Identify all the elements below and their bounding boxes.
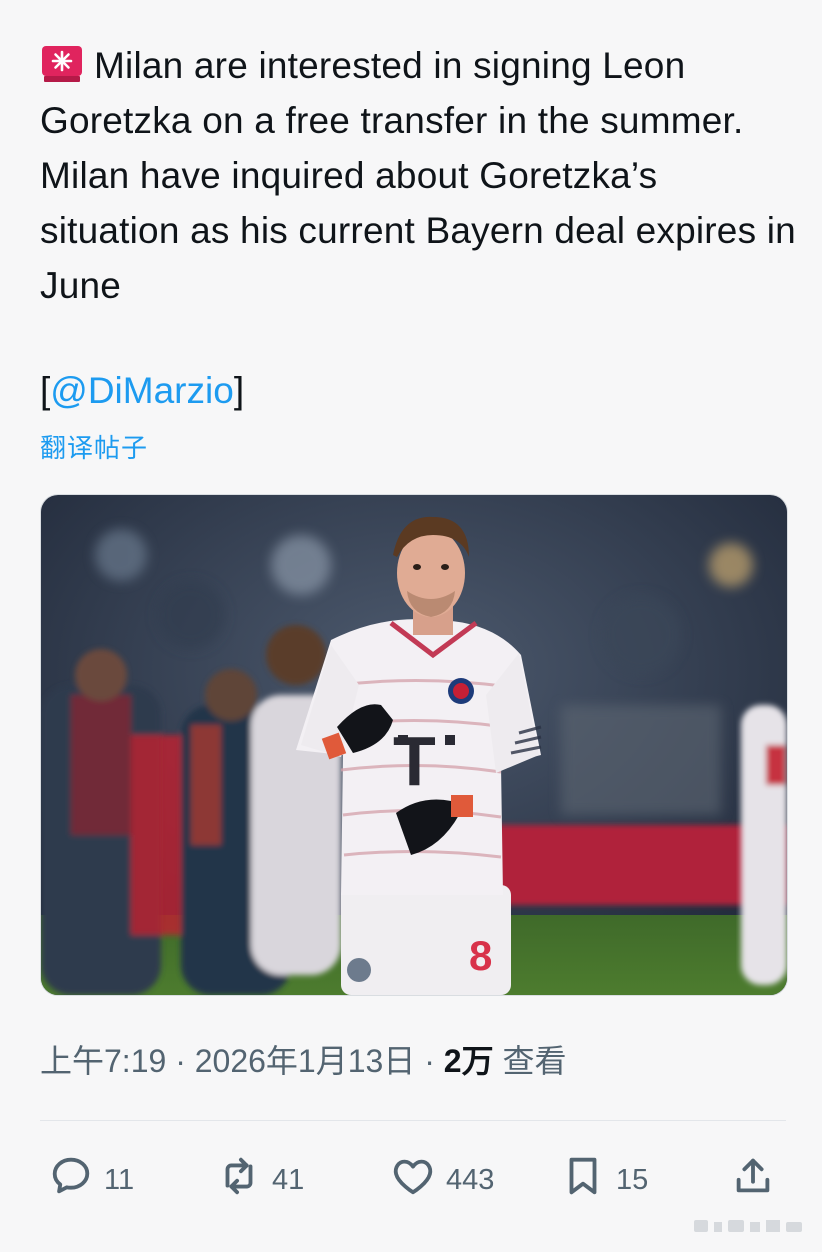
mention-open-bracket: [ <box>40 370 51 411</box>
tweet-text: Milan are interested in signing Leon Gor… <box>40 45 807 306</box>
bookmark-icon <box>560 1153 616 1207</box>
translate-post-link[interactable]: 翻译帖子 <box>40 428 148 465</box>
tweet-time[interactable]: 上午7:19 <box>40 1043 166 1079</box>
retweet-button[interactable]: 41 <box>216 1150 304 1210</box>
like-button[interactable]: 443 <box>390 1150 494 1210</box>
tweet-text-block: Milan are interested in signing Leon Gor… <box>40 38 800 313</box>
like-count: 443 <box>446 1163 495 1196</box>
reply-icon <box>48 1153 104 1207</box>
siren-icon <box>40 44 84 84</box>
jersey-sponsor: T <box>393 722 436 800</box>
meta-separator: · <box>415 1043 444 1079</box>
bookmark-count: 15 <box>616 1163 649 1196</box>
mention-link[interactable]: @DiMarzio <box>50 370 234 411</box>
tweet-meta: 上午7:19 · 2026年1月13日 · 2万 查看 <box>40 1036 566 1082</box>
like-icon <box>390 1153 446 1207</box>
retweet-count: 41 <box>272 1163 305 1196</box>
action-bar: 11 41 443 15 <box>40 1150 782 1210</box>
meta-separator: · <box>166 1043 195 1079</box>
watermark <box>694 1218 804 1234</box>
reply-button[interactable]: 11 <box>48 1150 134 1210</box>
bookmark-button[interactable]: 15 <box>560 1150 648 1210</box>
views-count[interactable]: 2万 <box>444 1043 494 1079</box>
mention-close-bracket: ] <box>233 370 245 411</box>
jersey-number: 8 <box>469 932 492 979</box>
mention-line: [@DiMarzio] <box>40 366 244 416</box>
reply-count: 11 <box>104 1163 135 1196</box>
tweet-photo[interactable]: 8 T <box>40 494 788 996</box>
divider <box>40 1120 786 1121</box>
views-label[interactable]: 查看 <box>494 1043 566 1079</box>
retweet-icon <box>216 1153 272 1207</box>
share-button[interactable] <box>730 1150 786 1210</box>
tweet-date[interactable]: 2026年1月13日 <box>195 1043 416 1079</box>
share-icon <box>730 1153 786 1207</box>
